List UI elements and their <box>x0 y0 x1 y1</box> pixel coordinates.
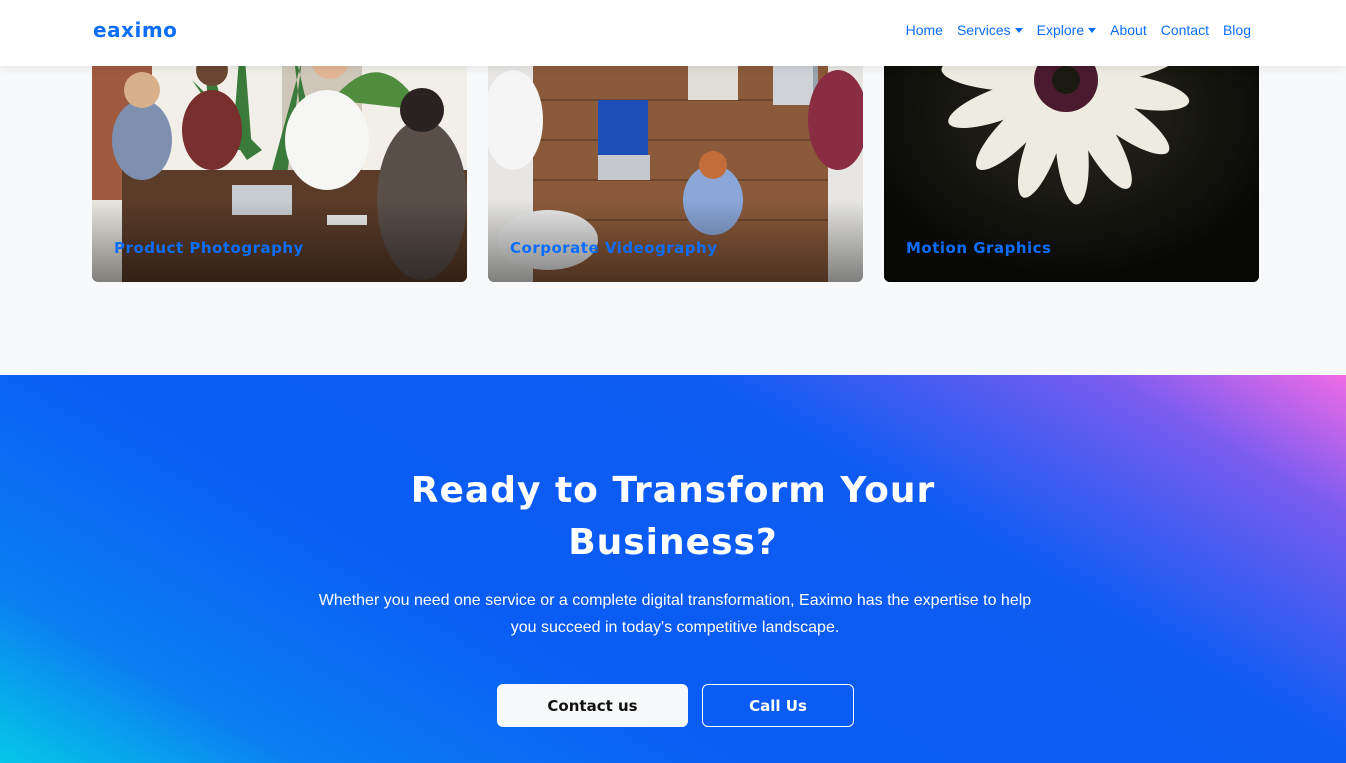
card-title: Motion Graphics <box>906 239 1052 257</box>
call-us-button[interactable]: Call Us <box>702 684 854 727</box>
nav-label: Blog <box>1222 22 1251 38</box>
nav-services-dropdown[interactable]: Services <box>957 22 1023 38</box>
top-navbar: eaximo Home Services Explore About Conta… <box>0 0 1346 66</box>
nav-contact[interactable]: Contact <box>1161 22 1209 38</box>
card-title: Product Photography <box>114 239 304 257</box>
nav-label: About <box>1110 22 1147 38</box>
nav-links: Home Services Explore About Contact Blog <box>892 22 1251 38</box>
cta-heading-line2: Business? <box>568 522 778 563</box>
nav-label: Home <box>905 22 943 38</box>
cta-description: Whether you need one service or a comple… <box>318 592 1032 636</box>
nav-blog[interactable]: Blog <box>1223 22 1251 38</box>
brand-logo[interactable]: eaximo <box>93 18 177 42</box>
cta-heading: Ready to Transform Your Business? <box>0 465 1346 569</box>
contact-us-button[interactable]: Contact us <box>497 684 688 727</box>
nav-label: Explore <box>1036 22 1085 38</box>
nav-explore-dropdown[interactable]: Explore <box>1036 22 1097 38</box>
caret-down-icon <box>1014 27 1023 33</box>
nav-home[interactable]: Home <box>906 22 943 38</box>
cta-heading-line1: Ready to Transform Your <box>410 470 936 511</box>
card-title: Corporate Videography <box>510 239 718 257</box>
nav-label: Contact <box>1160 22 1209 38</box>
nav-label: Services <box>956 22 1011 38</box>
nav-about[interactable]: About <box>1110 22 1147 38</box>
caret-down-icon <box>1088 27 1097 33</box>
cta-section: Ready to Transform Your Business? Whethe… <box>0 375 1346 763</box>
